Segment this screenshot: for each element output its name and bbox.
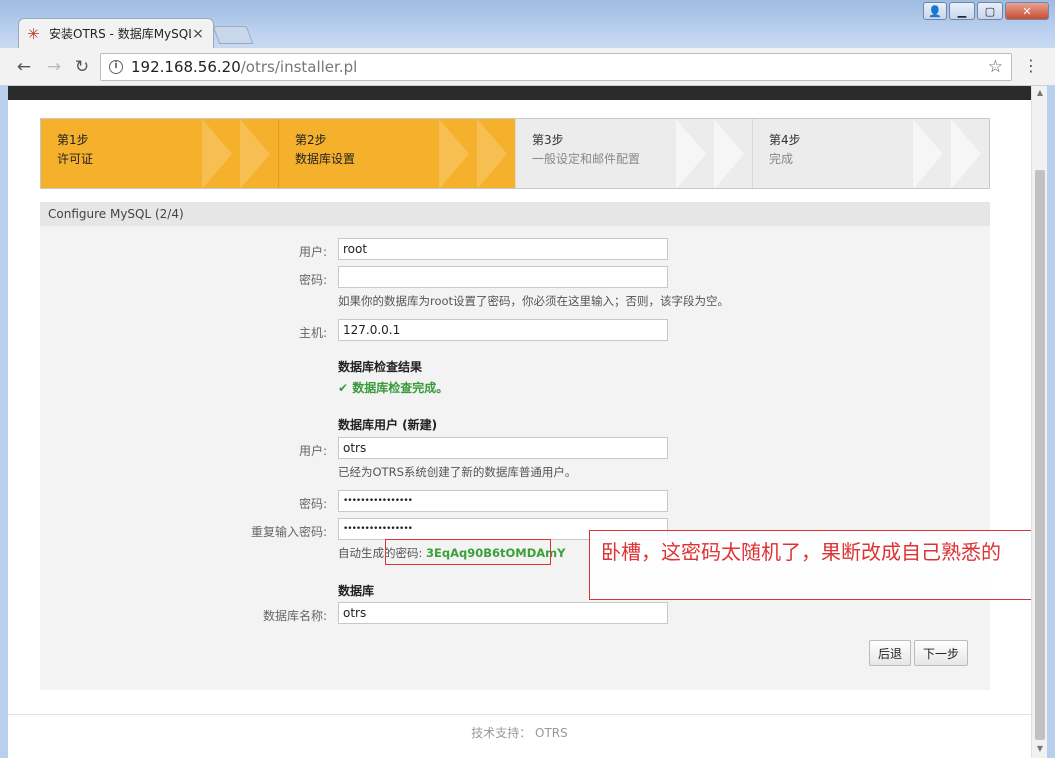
back-button[interactable]: 后退: [869, 640, 912, 666]
host-input[interactable]: [338, 319, 668, 341]
mysql-config-form: 用户: 密码: 如果你的数据库为root设置了密码，你必须在这里输入；否则，该字…: [40, 226, 990, 690]
footer-divider: [8, 714, 1031, 715]
back-arrow-icon[interactable]: ←: [14, 57, 34, 77]
browser-tab[interactable]: ✳ 安装OTRS - 数据库MySQL ×: [18, 18, 214, 48]
db-password-repeat-label: 重复输入密码:: [250, 525, 327, 539]
db-user-label: 用户:: [298, 444, 327, 458]
browser-toolbar: ← → ↻ i 192.168.56.20/otrs/installer.pl …: [0, 48, 1055, 86]
chevron-icon: [439, 119, 469, 188]
maximize-button[interactable]: ▢: [977, 2, 1003, 20]
step-finish: 第4步 完成: [752, 119, 989, 188]
forward-arrow-icon[interactable]: →: [44, 57, 64, 77]
chevron-icon: [951, 119, 981, 188]
chevron-icon: [676, 119, 706, 188]
window-frame-right: [1047, 86, 1055, 758]
page-scrollbar[interactable]: ▲ ▼: [1031, 86, 1047, 758]
host-label: 主机:: [298, 326, 327, 340]
step-database: 第2步 数据库设置: [278, 119, 515, 188]
window-frame-left: [0, 86, 8, 758]
installer-steps: 第1步 许可证 第2步 数据库设置 第3步 一般设定和邮件配置 第4步 完成: [40, 118, 990, 189]
db-name-label: 数据库名称:: [262, 609, 327, 623]
chevron-icon: [202, 119, 232, 188]
root-password-input[interactable]: [338, 266, 668, 288]
db-name-input[interactable]: [338, 602, 668, 624]
info-icon[interactable]: i: [109, 60, 123, 74]
db-check-result: ✔ 数据库检查完成。: [338, 381, 449, 395]
db-check-title: 数据库检查结果: [338, 360, 423, 374]
page-header-strip: [8, 86, 1031, 100]
footer-powered-by: 技术支持： OTRS: [471, 726, 568, 740]
root-user-input[interactable]: [338, 238, 668, 260]
db-password-input[interactable]: [338, 490, 668, 512]
db-user-hint: 已经为OTRS系统创建了新的数据库普通用户。: [338, 465, 577, 479]
bookmark-star-icon[interactable]: ☆: [988, 57, 1003, 77]
database-title: 数据库: [338, 584, 375, 598]
db-user-input[interactable]: [338, 437, 668, 459]
url-host: 192.168.56.20: [131, 58, 241, 76]
annotation-note: 卧槽，这密码太随机了，果断改成自己熟悉的: [589, 530, 1035, 600]
panel-title: Configure MySQL (2/4): [40, 202, 990, 226]
chevron-icon: [714, 119, 744, 188]
chevron-icon: [240, 119, 270, 188]
minimize-button[interactable]: ▁: [949, 2, 975, 20]
chevron-icon: [913, 119, 943, 188]
db-password-label: 密码:: [298, 497, 327, 511]
step-general-config: 第3步 一般设定和邮件配置: [515, 119, 752, 188]
annotation-highlight-box: [385, 539, 551, 565]
reload-icon[interactable]: ↻: [72, 57, 92, 77]
tab-title: 安装OTRS - 数据库MySQL: [49, 27, 191, 41]
db-user-title: 数据库用户 (新建): [338, 418, 438, 432]
url-path: /otrs/installer.pl: [240, 58, 358, 76]
close-window-button[interactable]: ✕: [1005, 2, 1049, 20]
chevron-icon: [477, 119, 507, 188]
step-license: 第1步 许可证: [41, 119, 278, 188]
tab-close-icon[interactable]: ×: [191, 26, 205, 42]
scroll-down-icon[interactable]: ▼: [1035, 744, 1045, 753]
user-label: 用户:: [298, 245, 327, 259]
page-viewport: 第1步 许可证 第2步 数据库设置 第3步 一般设定和邮件配置 第4步 完成 C…: [8, 86, 1031, 758]
browser-menu-icon[interactable]: ⋮: [1023, 56, 1039, 76]
browser-titlebar: ✳ 安装OTRS - 数据库MySQL × 👤 ▁ ▢ ✕: [0, 0, 1055, 48]
user-profile-icon[interactable]: 👤: [923, 2, 947, 20]
window-controls: 👤 ▁ ▢ ✕: [923, 2, 1049, 20]
scroll-thumb[interactable]: [1035, 170, 1045, 740]
password-hint: 如果你的数据库为root设置了密码，你必须在这里输入；否则，该字段为空。: [338, 294, 730, 308]
scroll-up-icon[interactable]: ▲: [1035, 88, 1045, 97]
otrs-favicon-icon: ✳: [27, 24, 40, 43]
address-bar[interactable]: i 192.168.56.20/otrs/installer.pl ☆: [100, 53, 1012, 81]
password-label: 密码:: [298, 273, 327, 287]
new-tab-button[interactable]: [212, 26, 254, 44]
next-step-button[interactable]: 下一步: [914, 640, 969, 666]
